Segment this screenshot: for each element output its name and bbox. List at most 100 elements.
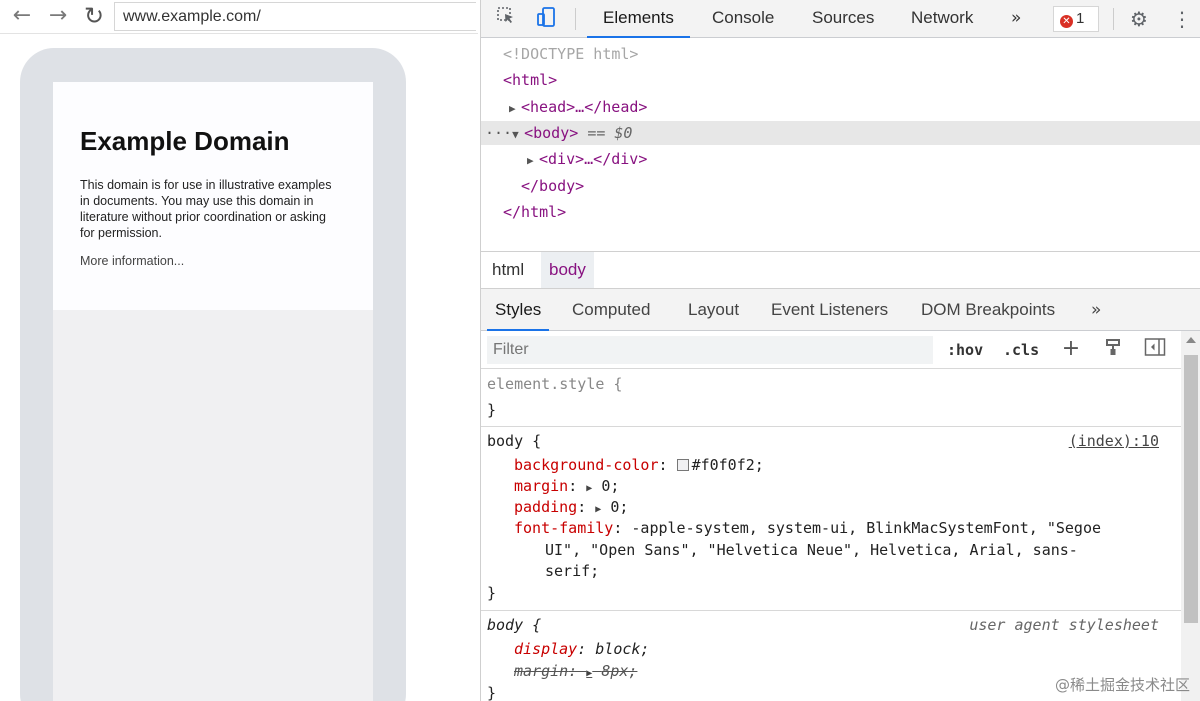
settings-gear-icon[interactable]: ⚙ xyxy=(1126,6,1152,32)
collapse-triangle-icon[interactable]: ▼ xyxy=(512,123,524,147)
tab-styles[interactable]: Styles xyxy=(487,289,550,331)
expand-shorthand-icon[interactable]: ▶ xyxy=(586,668,592,679)
display-declaration[interactable]: display: block; xyxy=(514,638,649,660)
more-subtabs-icon[interactable]: » xyxy=(1091,289,1101,331)
property-value: 0; xyxy=(601,477,620,495)
paint-brush-icon[interactable] xyxy=(1101,337,1125,361)
ua-body-selector[interactable]: body { xyxy=(487,614,541,636)
head-tag: <head>…</head> xyxy=(521,98,648,116)
overridden-margin-declaration[interactable]: margin: ▶ 8px; xyxy=(514,660,637,682)
browser-window: ← → ↻ www.example.com/ Example Domain Th… xyxy=(0,0,478,701)
breadcrumb-body[interactable]: body xyxy=(541,252,594,288)
devtools-toolbar: Elements Console Sources Network » ✕ 1 ⚙ … xyxy=(481,0,1200,38)
tab-event-listeners[interactable]: Event Listeners xyxy=(771,289,888,331)
device-toolbar-icon[interactable] xyxy=(533,6,559,32)
body-close-tag: </body> xyxy=(521,177,585,195)
reload-icon[interactable]: ↻ xyxy=(82,4,106,28)
font-family-declaration[interactable]: font-family: -apple-system, system-ui, B… xyxy=(514,517,1101,539)
toolbar-divider xyxy=(1113,8,1114,30)
error-icon: ✕ xyxy=(1060,15,1073,28)
selected-node-marker: == $0 xyxy=(587,124,633,142)
styles-subtabs: Styles Computed Layout Event Listeners D… xyxy=(481,289,1200,331)
error-count-badge[interactable]: ✕ 1 xyxy=(1053,6,1099,32)
error-count: 1 xyxy=(1076,10,1085,27)
property-value: -apple-system, system-ui, BlinkMacSystem… xyxy=(631,519,1102,537)
inspect-element-icon[interactable] xyxy=(493,6,519,32)
url-input[interactable]: www.example.com/ xyxy=(114,2,476,31)
dom-node-html[interactable]: <html> xyxy=(481,68,1200,92)
element-style-selector[interactable]: element.style { xyxy=(487,373,622,395)
more-options-icon[interactable]: ⋮ xyxy=(1169,6,1195,32)
devtools-panel: Elements Console Sources Network » ✕ 1 ⚙ … xyxy=(480,0,1200,701)
doctype-text: <!DOCTYPE html> xyxy=(503,45,639,63)
padding-declaration[interactable]: padding: ▶ 0; xyxy=(514,496,628,518)
body-author-rule: body { (index):10 background-color: #f0f… xyxy=(481,427,1181,611)
font-family-value-end: serif; xyxy=(545,562,600,580)
breadcrumb-html[interactable]: html xyxy=(484,252,532,288)
page-description: This domain is for use in illustrative e… xyxy=(80,178,332,240)
property-name: margin xyxy=(514,477,569,495)
styles-pane: element.style { } body { (index):10 back… xyxy=(481,369,1181,701)
scrollbar-thumb[interactable] xyxy=(1184,355,1198,623)
source-link[interactable]: (index):10 xyxy=(1069,430,1159,452)
property-value: 0; xyxy=(610,498,629,516)
dom-node-body-close[interactable]: </body> xyxy=(481,174,1200,198)
tab-console[interactable]: Console xyxy=(712,0,774,38)
tab-elements[interactable]: Elements xyxy=(587,0,690,38)
class-toggle[interactable]: .cls xyxy=(1003,337,1039,363)
scroll-up-arrow-icon[interactable] xyxy=(1186,337,1196,343)
tab-computed[interactable]: Computed xyxy=(572,289,650,331)
tab-layout[interactable]: Layout xyxy=(688,289,739,331)
rule-close-brace: } xyxy=(487,584,497,602)
property-value: 8px; xyxy=(601,662,638,680)
address-bar: ← → ↻ www.example.com/ xyxy=(0,0,478,34)
page-heading: Example Domain xyxy=(80,126,290,156)
dom-node-div[interactable]: ▶ <div>…</div> xyxy=(481,147,1200,171)
div-tag: <div>…</div> xyxy=(539,150,648,168)
body-selector[interactable]: body { xyxy=(487,430,541,452)
screen-root: ← → ↻ www.example.com/ Example Domain Th… xyxy=(0,0,1200,701)
tab-sources[interactable]: Sources xyxy=(812,0,874,38)
forward-arrow-icon[interactable]: → xyxy=(46,4,70,28)
more-information-link[interactable]: More information... xyxy=(80,254,184,268)
dom-node-html-close[interactable]: </html> xyxy=(481,200,1200,224)
property-name: background-color xyxy=(514,456,659,474)
property-value: block; xyxy=(595,640,650,658)
dom-node-doctype[interactable]: <!DOCTYPE html> xyxy=(481,42,1200,66)
styles-scrollbar[interactable] xyxy=(1181,331,1200,701)
font-family-value-continued: UI", "Open Sans", "Helvetica Neue", Helv… xyxy=(545,541,1078,559)
margin-declaration[interactable]: margin: ▶ 0; xyxy=(514,475,619,497)
expand-shorthand-icon[interactable]: ▶ xyxy=(586,483,592,494)
user-agent-source: user agent stylesheet xyxy=(969,616,1159,634)
new-style-rule-icon[interactable]: + xyxy=(1059,337,1083,361)
property-name: display xyxy=(514,640,578,658)
property-name: margin xyxy=(514,662,569,680)
node-actions-icon[interactable]: ··· xyxy=(485,124,512,142)
dom-tree: <!DOCTYPE html> <html> ▶ <head>…</head> ·… xyxy=(481,38,1200,251)
body-open-tag: <body> xyxy=(524,124,579,142)
toolbar-divider xyxy=(575,8,576,30)
color-swatch[interactable] xyxy=(676,459,689,471)
html-close-tag: </html> xyxy=(503,203,567,221)
styles-filter-input[interactable] xyxy=(487,336,933,364)
expand-shorthand-icon[interactable]: ▶ xyxy=(595,504,601,515)
tab-dom-breakpoints[interactable]: DOM Breakpoints xyxy=(921,289,1055,331)
rule-close-brace: } xyxy=(487,684,497,701)
rule-close-brace: } xyxy=(487,401,497,419)
styles-filter-bar: :hov .cls + xyxy=(481,331,1181,369)
dom-node-body[interactable]: ···▼ <body> == $0 xyxy=(481,121,1200,145)
expand-triangle-icon[interactable]: ▶ xyxy=(509,97,521,121)
back-arrow-icon[interactable]: ← xyxy=(10,4,34,28)
more-tabs-icon[interactable]: » xyxy=(1011,0,1021,38)
hover-state-toggle[interactable]: :hov xyxy=(947,337,983,363)
background-color-declaration[interactable]: background-color: #f0f0f2; xyxy=(514,454,764,476)
property-name: padding xyxy=(514,498,578,516)
property-name: font-family xyxy=(514,519,614,537)
toggle-sidebar-icon[interactable] xyxy=(1143,337,1167,361)
tab-network[interactable]: Network xyxy=(911,0,973,38)
breadcrumb: html body xyxy=(481,251,1200,289)
expand-triangle-icon[interactable]: ▶ xyxy=(527,149,539,173)
page-card: Example Domain This domain is for use in… xyxy=(53,82,373,310)
watermark: @稀土掘金技术社区 xyxy=(1054,676,1190,694)
dom-node-head[interactable]: ▶ <head>…</head> xyxy=(481,95,1200,119)
